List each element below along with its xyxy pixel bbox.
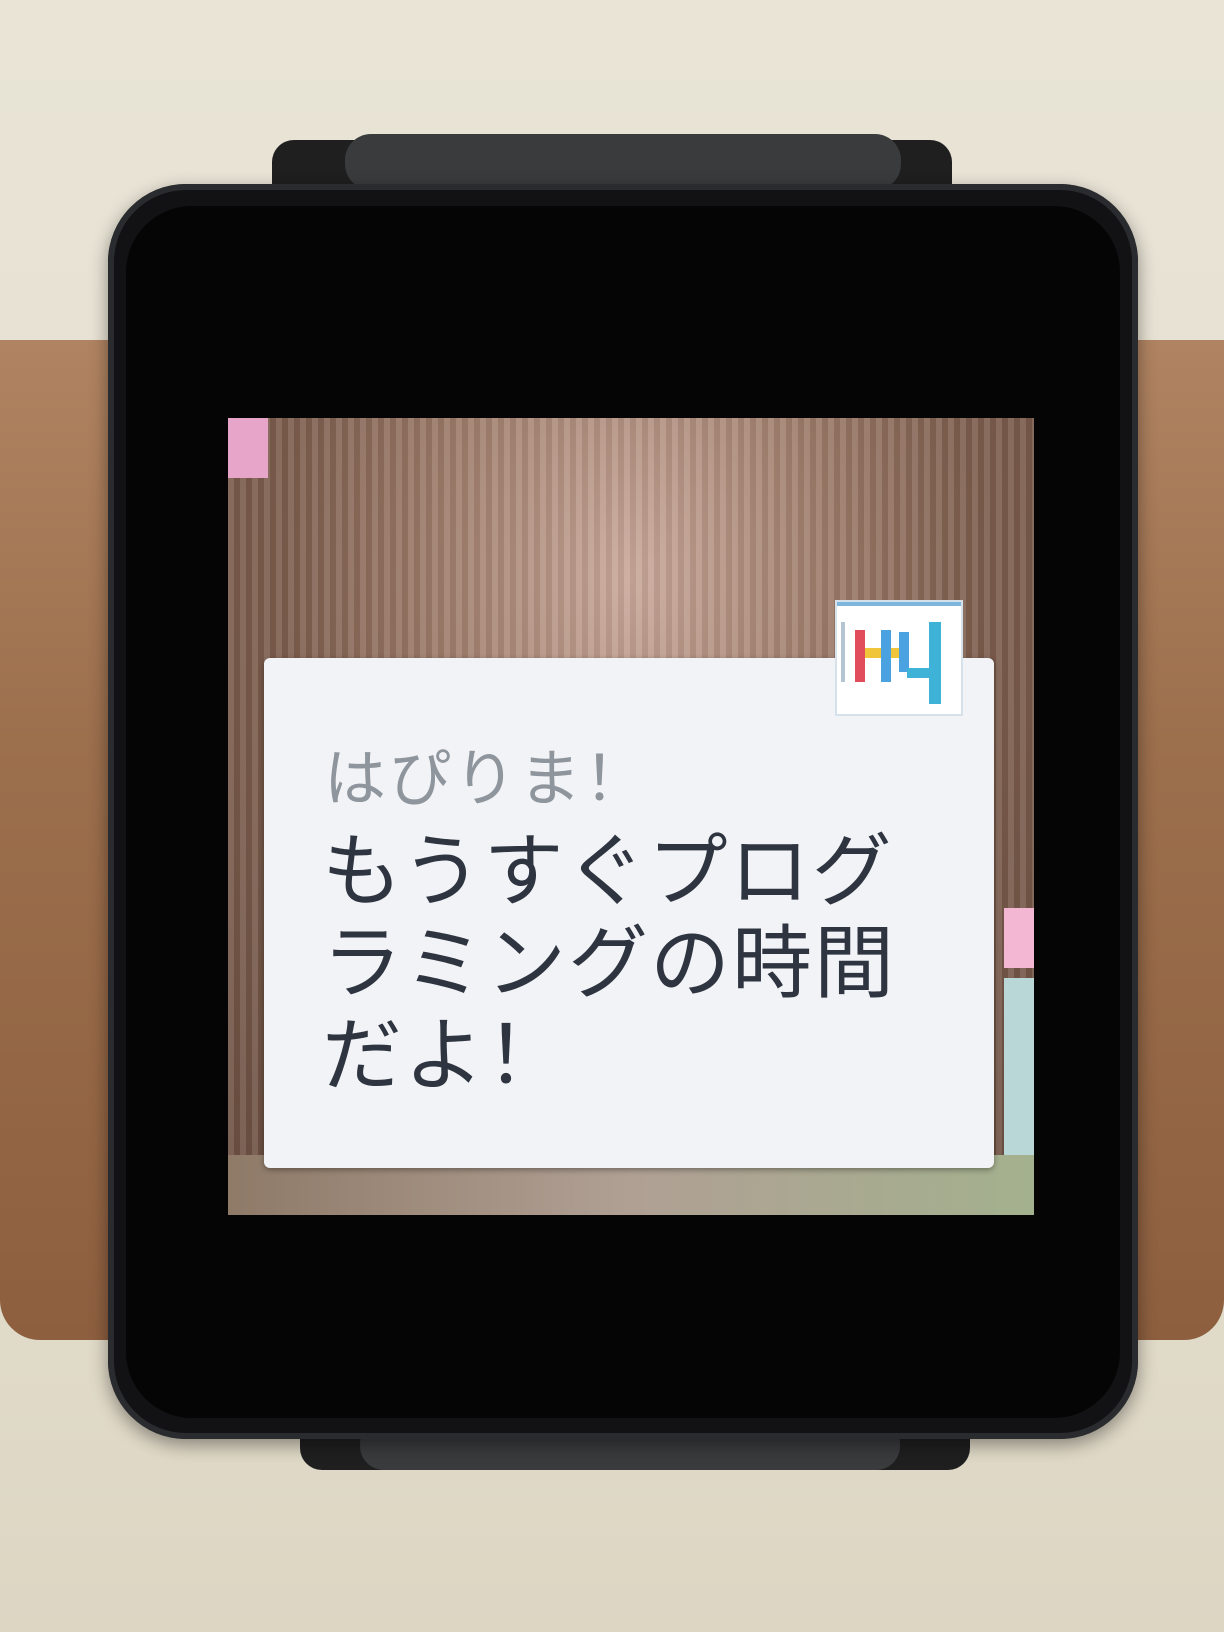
notification-body-line: ラミングの時間 — [322, 917, 896, 1010]
notification-body-line: もうすぐプログ — [322, 825, 894, 918]
watch-strap-top-band — [345, 134, 901, 190]
watch-screen: はぴりま！ もうすぐプログ ラミングの時間 だよ！ — [228, 418, 1034, 1215]
app-icon — [835, 600, 963, 716]
notification-body-line: だよ！ — [322, 1009, 568, 1102]
notification-card[interactable]: はぴりま！ もうすぐプログ ラミングの時間 だよ！ — [264, 658, 994, 1168]
background-accent-teal — [1004, 978, 1034, 1158]
background-accent-pink — [228, 418, 268, 478]
notification-title: はぴりま！ — [324, 742, 650, 815]
background-accent-pink-right — [1004, 908, 1034, 968]
happy-learning-app-icon — [837, 602, 961, 714]
notification-body: もうすぐプログ ラミングの時間 だよ！ — [322, 826, 962, 1102]
